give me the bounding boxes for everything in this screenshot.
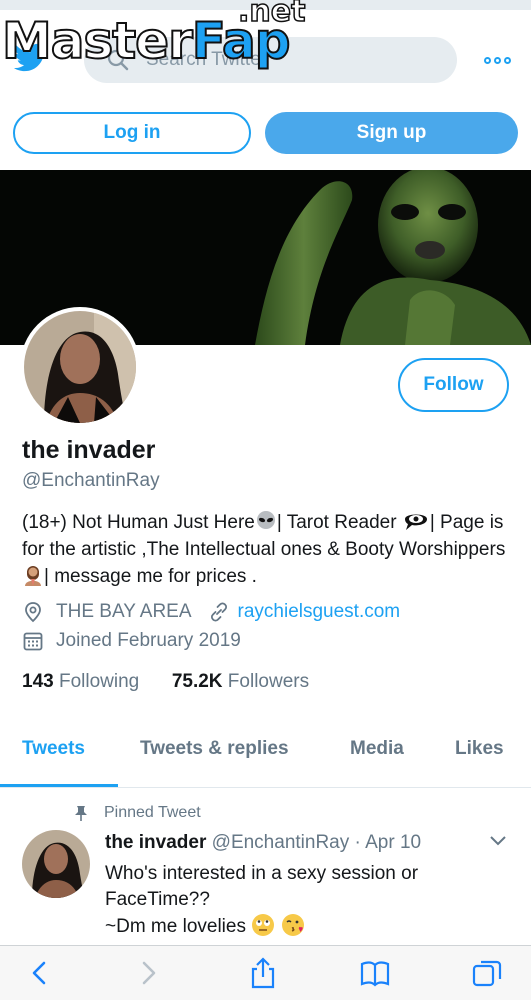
tweet-date[interactable]: Apr 10 (365, 832, 421, 853)
calendar-icon (23, 632, 43, 651)
pinned-label: Pinned Tweet (74, 804, 201, 822)
following-count-link[interactable]: 143 Following (22, 671, 139, 692)
tweet-author-name[interactable]: the invader (105, 832, 206, 853)
back-icon[interactable] (22, 956, 56, 990)
search-icon (107, 49, 129, 71)
profile-bio: (18+) Not Human Just Here | Tarot Reader … (22, 511, 506, 587)
search-input[interactable]: Search Twitter (84, 37, 457, 83)
tab-media[interactable]: Media (350, 738, 404, 760)
search-placeholder: Search Twitter (146, 49, 268, 70)
followers-count-link[interactable]: 75.2K Followers (172, 671, 309, 692)
tab-likes[interactable]: Likes (455, 738, 504, 760)
kiss-emoji-icon (281, 914, 304, 936)
eye-speech-bubble-icon (404, 514, 427, 530)
display-name: the invader (22, 436, 156, 464)
active-tab-indicator (0, 784, 118, 787)
browser-toolbar (0, 945, 531, 1000)
twitter-bird-icon[interactable] (14, 43, 48, 73)
chevron-down-icon[interactable] (488, 834, 508, 848)
alien-emoji-icon (256, 511, 275, 529)
profile-meta-location: THE BAY AREA raychielsguest.com (22, 601, 400, 623)
bookmarks-icon[interactable] (358, 956, 392, 990)
link-icon (210, 602, 227, 622)
status-strip (0, 0, 531, 10)
top-bar: Search Twitter (0, 0, 531, 100)
joined-date: Joined February 2019 (56, 630, 241, 651)
location-icon (25, 602, 41, 623)
more-icon[interactable] (484, 50, 514, 70)
location-text: THE BAY AREA (56, 601, 192, 622)
rolling-eyes-emoji-icon (252, 914, 275, 936)
tweet-text: Who's interested in a sexy session or Fa… (105, 863, 419, 937)
pin-icon (75, 806, 87, 821)
signup-button[interactable]: Sign up (265, 112, 518, 154)
tab-tweets[interactable]: Tweets (22, 738, 85, 760)
forward-icon[interactable] (132, 956, 166, 990)
follow-button[interactable]: Follow (398, 358, 509, 412)
share-icon[interactable] (246, 956, 280, 990)
user-handle: @EnchantinRay (22, 470, 160, 491)
profile-avatar[interactable] (20, 307, 140, 427)
tweet-avatar[interactable] (22, 830, 90, 898)
follow-counts: 143 Following 75.2K Followers (22, 671, 309, 693)
login-button[interactable]: Log in (13, 112, 251, 154)
tab-tweets-replies[interactable]: Tweets & replies (140, 738, 289, 760)
website-link[interactable]: raychielsguest.com (238, 601, 401, 623)
profile-meta-joined: Joined February 2019 (22, 630, 241, 652)
tabs-icon[interactable] (470, 956, 504, 990)
tweet-header: the invader @EnchantinRay · Apr 10 (105, 832, 422, 853)
auth-row: Log in Sign up (13, 112, 518, 154)
tweet-author-handle: @EnchantinRay (211, 832, 350, 853)
woman-emoji-icon (25, 566, 41, 586)
profile-tabs: Tweets Tweets & replies Media Likes (0, 728, 531, 788)
